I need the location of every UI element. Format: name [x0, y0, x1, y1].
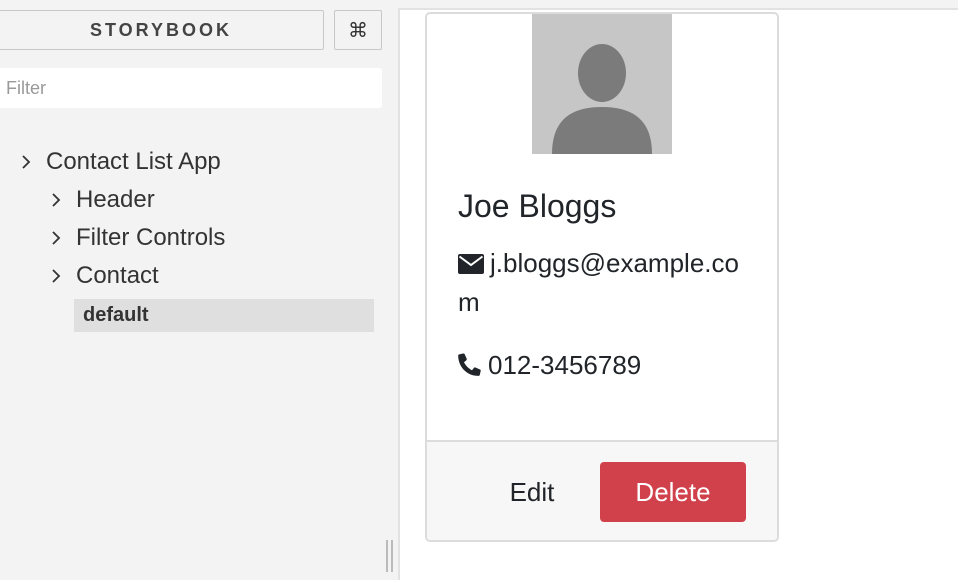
chevron-right-icon [46, 230, 66, 246]
storybook-brand-button[interactable]: STORYBOOK [0, 10, 324, 50]
phone-icon [458, 349, 482, 386]
story-item-default[interactable]: default [74, 299, 374, 332]
card-footer: Edit Delete [427, 440, 777, 540]
preview-top-border [398, 0, 958, 10]
contact-email-text: j.bloggs@example.com [458, 248, 739, 317]
delete-button[interactable]: Delete [600, 462, 746, 522]
user-silhouette-icon [532, 14, 672, 154]
tree-item-label: Contact List App [46, 148, 221, 175]
contact-name: Joe Bloggs [458, 188, 617, 224]
envelope-icon [458, 247, 484, 284]
filter-input[interactable] [0, 68, 382, 108]
tree-item-label: Header [76, 186, 155, 213]
chevron-right-icon [46, 268, 66, 284]
contact-email: j.bloggs@example.com [458, 245, 758, 321]
tree-item-header[interactable]: Header [46, 186, 155, 214]
tree-item-label: Contact [76, 262, 159, 289]
chevron-right-icon [46, 192, 66, 208]
tree-item-label: Filter Controls [76, 224, 226, 251]
storybook-app: STORYBOOK ⌘ Contact List App Header Filt… [0, 0, 958, 580]
keyboard-shortcuts-button[interactable]: ⌘ [334, 10, 382, 50]
story-item-label: default [83, 304, 149, 326]
sidebar: STORYBOOK ⌘ Contact List App Header Filt… [0, 0, 398, 580]
contact-phone: 012-3456789 [458, 347, 758, 386]
contact-card: Joe Bloggs j.bloggs@example.com 012-3456… [425, 12, 779, 542]
panel-resize-handle[interactable] [386, 540, 394, 572]
tree-item-contact[interactable]: Contact [46, 262, 159, 290]
tree-item-contact-list-app[interactable]: Contact List App [16, 148, 221, 176]
chevron-right-icon [16, 154, 36, 170]
edit-button[interactable]: Edit [487, 462, 577, 522]
contact-phone-text: 012-3456789 [488, 350, 642, 380]
tree-item-filter-controls[interactable]: Filter Controls [46, 224, 225, 252]
